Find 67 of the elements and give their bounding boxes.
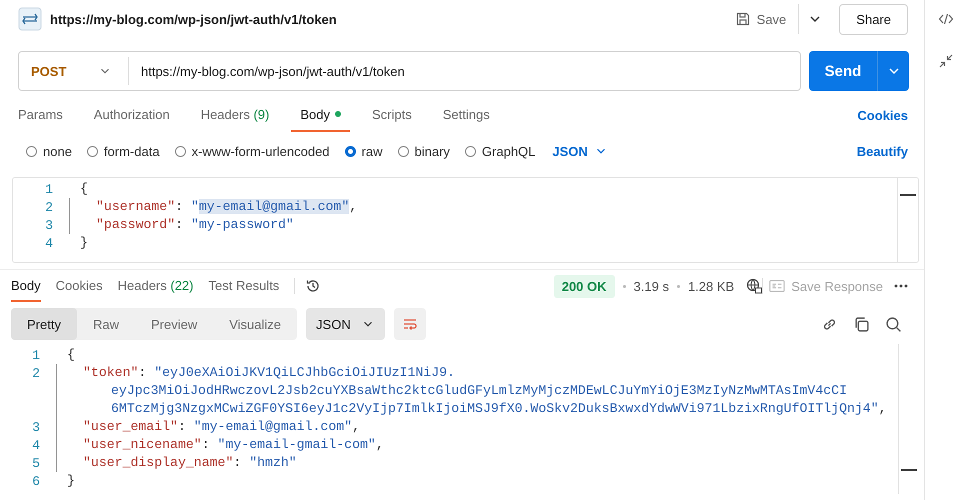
globe-lock-icon[interactable]	[746, 278, 762, 294]
scrollbar[interactable]	[897, 178, 918, 262]
response-tab[interactable]: Test Results	[208, 270, 280, 302]
response-tab[interactable]: Cookies	[56, 270, 103, 302]
line-number: 4	[31, 438, 40, 452]
body-type-radio[interactable]: raw	[344, 144, 382, 158]
line-number: 3	[31, 420, 40, 434]
code-line: }	[79, 234, 88, 252]
example-icon	[769, 278, 786, 294]
view-mode-tab[interactable]: Preview	[134, 308, 214, 340]
body-type-radio[interactable]: GraphQL	[464, 144, 536, 158]
code-line: "token": "eyJ0eXAiOiJKV1QiLCJhbGciOiJIUzI1NiJ9.	[56, 364, 455, 382]
body-type-radio[interactable]: x-www-form-urlencoded	[174, 144, 330, 158]
request-tab[interactable]: Params	[18, 98, 72, 132]
line-number: 4	[44, 236, 53, 250]
body-type-radio[interactable]: binary	[398, 144, 450, 158]
response-tab[interactable]: Body	[11, 270, 41, 302]
beautify-link[interactable]: Beautify	[856, 144, 908, 158]
request-tab[interactable]: Scripts	[362, 98, 421, 132]
body-type-radio[interactable]: none	[26, 144, 72, 158]
url-field[interactable]: POST https://my-blog.com/wp-json/jwt-auth/v1/token	[18, 51, 801, 91]
body-type-radio[interactable]: form-data	[86, 144, 160, 158]
collapse-icon[interactable]	[938, 53, 954, 69]
request-tab[interactable]: Authorization	[84, 98, 179, 132]
request-title: https://my-blog.com/wp-json/jwt-auth/v1/token	[50, 12, 337, 26]
code-line: }	[66, 472, 75, 490]
save-icon	[734, 11, 751, 27]
wrap-lines-button[interactable]	[394, 308, 426, 340]
request-tab[interactable]: Body	[291, 98, 350, 132]
line-number: 1	[31, 348, 40, 362]
code-line: {	[79, 180, 88, 198]
line-number: 2	[44, 200, 53, 214]
send-button[interactable]: Send	[809, 51, 877, 91]
code-line: {	[66, 346, 75, 364]
response-time: 3.19 s	[634, 278, 669, 294]
copy-icon[interactable]	[853, 316, 870, 332]
save-button[interactable]: Save	[730, 4, 790, 34]
code-icon[interactable]	[938, 11, 954, 27]
cookies-link[interactable]: Cookies	[857, 98, 908, 132]
share-button[interactable]: Share	[839, 4, 908, 34]
code-line: "user_nicename": "my-email-gmail-com",	[56, 436, 384, 454]
scrollbar[interactable]	[898, 344, 919, 494]
request-tab[interactable]: Headers (9)	[192, 98, 278, 132]
line-number: 1	[44, 182, 53, 196]
status-code-badge: 200 OK	[554, 274, 615, 298]
response-tab[interactable]: Headers (22)	[118, 270, 194, 302]
search-icon[interactable]	[885, 316, 902, 332]
code-line: "username": "my-email@gmail.com",	[69, 198, 358, 216]
line-number: 5	[31, 456, 40, 470]
response-size: 1.28 KB	[688, 278, 734, 294]
history-icon[interactable]	[305, 278, 322, 294]
format-dropdown[interactable]: JSON	[552, 144, 608, 158]
code-line: 6MTczMjg3NzgxMCwiZGF0YSI6eyJ1c2VyIjp7ImlkIjoiMSJ9fX0.WoSkv2DuksBxwxdYdwWVi971LbzixRngUfOITljQnj4",	[56, 400, 887, 418]
code-line: "password": "my-password"	[69, 216, 294, 234]
view-mode-tab[interactable]: Pretty	[11, 308, 77, 340]
response-format-dropdown[interactable]: JSON	[306, 308, 385, 340]
code-line: "user_display_name": "hmzh"	[56, 454, 297, 472]
request-body-editor[interactable]: 1 { 2 "username": "my-email@gmail.com", 3 "password": "my-password" 4 }	[12, 177, 919, 263]
request-tab[interactable]: Settings	[434, 98, 499, 132]
view-mode-tab[interactable]: Visualize	[213, 308, 298, 340]
line-number: 2	[31, 366, 40, 380]
line-number: 6	[31, 474, 40, 488]
code-line: eyJpc3MiOiJodHRwczovL2Jsb2cuYXBsaWthc2ktcGludGFyLmlzMyMjczMDEwLCJuYmYiOjE3MzIyNzMwMTAsImV4cCI	[56, 382, 847, 400]
line-number: 3	[44, 218, 53, 232]
http-file-icon	[18, 7, 42, 31]
view-mode-tab[interactable]: Raw	[76, 308, 135, 340]
code-line: "user_email": "my-email@gmail.com",	[56, 418, 360, 436]
